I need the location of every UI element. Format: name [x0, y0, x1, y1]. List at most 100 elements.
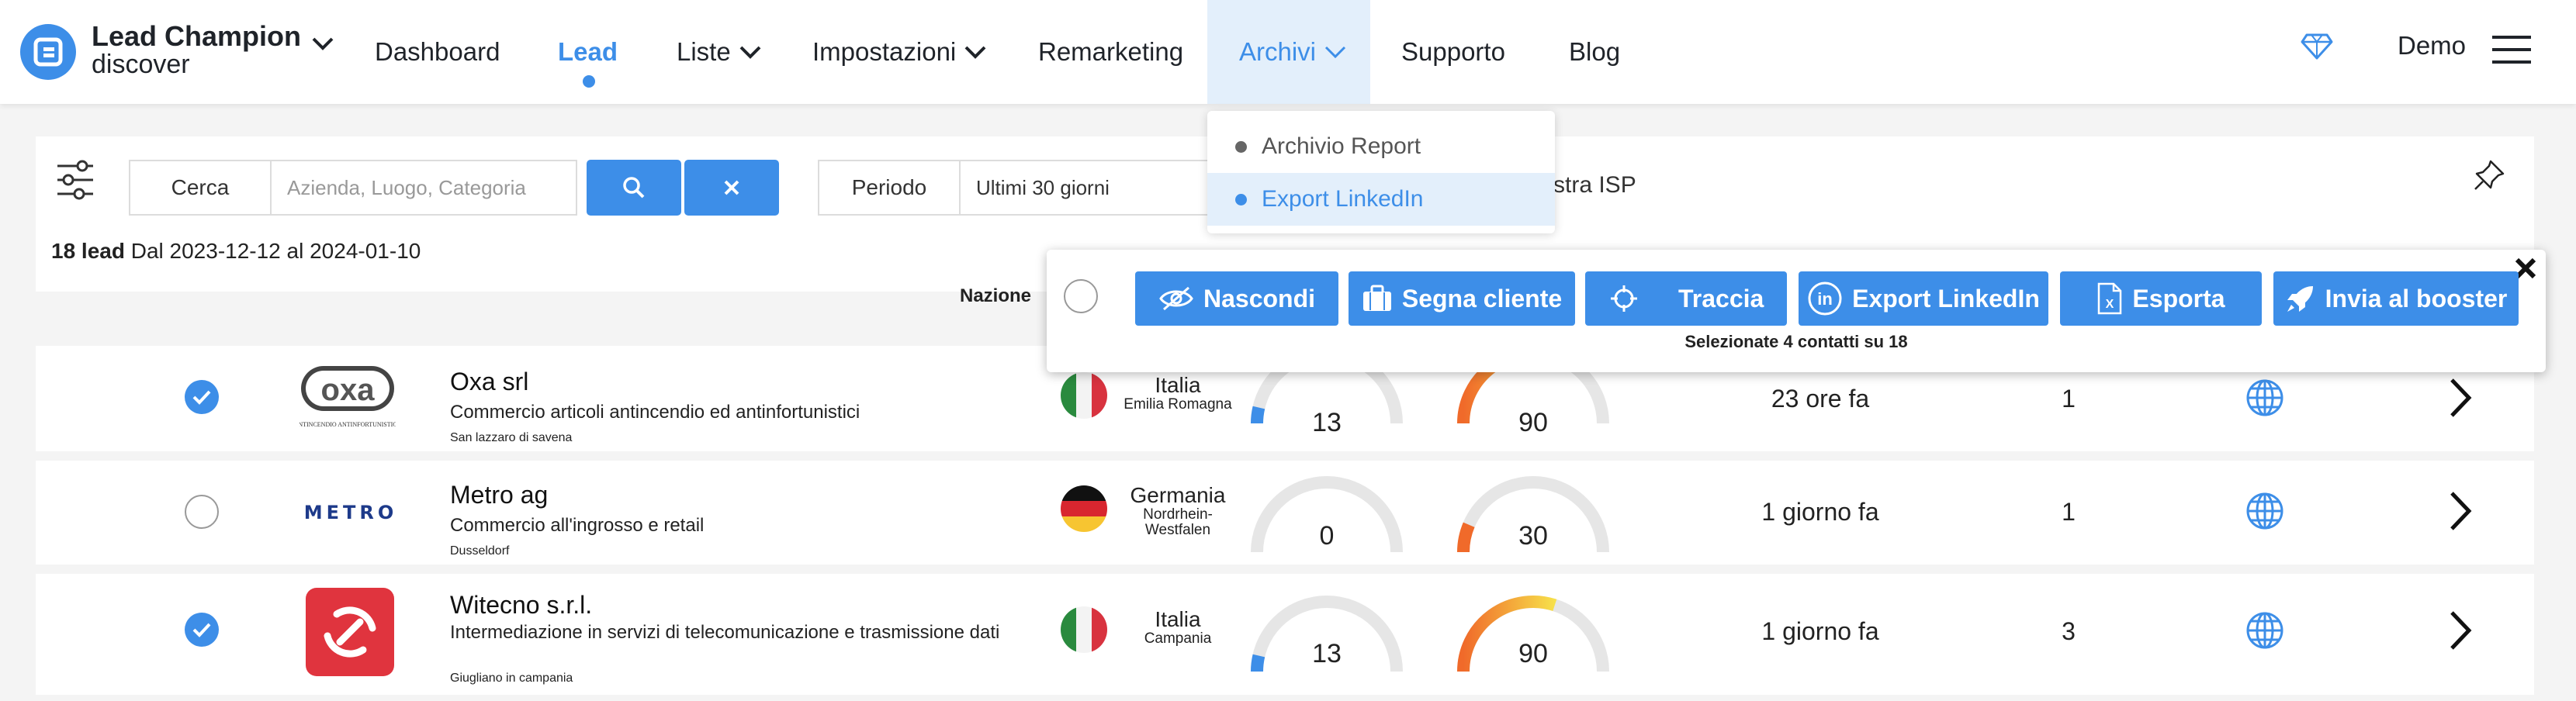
nav-blog[interactable]: Blog	[1569, 0, 1620, 104]
last-visit: 1 giorno fa	[1761, 617, 1879, 645]
search-icon	[623, 177, 645, 199]
hamburger-menu-icon[interactable]	[2492, 34, 2531, 65]
company-name[interactable]: Witecno s.r.l.	[450, 591, 592, 620]
rocket-icon	[2287, 286, 2313, 312]
svg-text:X: X	[2106, 298, 2114, 311]
last-visit: 1 giorno fa	[1761, 498, 1879, 526]
company-logo: METRO	[303, 499, 399, 526]
menu-item-archivio-report[interactable]: Archivio Report	[1207, 120, 1555, 173]
company-logo: oxa ANTINCENDIO ANTINFORTUNISTICA	[294, 364, 402, 431]
track-button[interactable]: Traccia	[1585, 271, 1787, 326]
score-b-value: 90	[1518, 639, 1548, 668]
table-row[interactable]: Witecno s.r.l. Intermediazione in serviz…	[36, 574, 2534, 695]
country-cell: Italia Emilia Romagna	[1116, 374, 1240, 413]
chevron-down-icon	[964, 46, 986, 59]
logo-oxa-text: oxa	[321, 373, 376, 407]
excel-file-icon: X	[2098, 282, 2122, 315]
country-region: Emilia Romagna	[1124, 396, 1232, 413]
visit-count: 1	[2062, 498, 2076, 526]
isp-filter-label[interactable]: stra ISP	[1553, 172, 1636, 199]
chevron-right-icon[interactable]	[2447, 377, 2474, 419]
logo-metro-text: METRO	[303, 502, 398, 523]
search-button[interactable]	[587, 160, 681, 216]
archivi-dropdown-menu: Archivio Report Export LinkedIn	[1207, 111, 1555, 233]
bulk-actions-popup: Nascondi Segna cliente Traccia in Export…	[1047, 250, 2546, 372]
company-description: Commercio articoli antincendio ed antinf…	[450, 402, 860, 423]
clear-search-button[interactable]	[684, 160, 779, 216]
chevron-down-icon	[739, 46, 761, 59]
witecno-logo-icon	[324, 606, 376, 658]
globe-icon[interactable]	[2245, 611, 2284, 650]
country-name: Italia	[1155, 607, 1201, 631]
menu-item-export-linkedin[interactable]: Export LinkedIn	[1207, 173, 1555, 226]
chevron-right-icon[interactable]	[2447, 609, 2474, 651]
nav-dashboard[interactable]: Dashboard	[375, 0, 500, 104]
column-header-nazione[interactable]: Nazione	[960, 285, 1031, 307]
nav-lead[interactable]: Lead	[558, 0, 618, 104]
bullet-icon	[1235, 194, 1247, 205]
score-a-value: 0	[1319, 521, 1335, 551]
nav-liste[interactable]: Liste	[677, 0, 762, 104]
country-name: Germania	[1130, 483, 1226, 507]
visit-count: 1	[2062, 385, 2076, 413]
flag-italy-icon	[1061, 606, 1107, 653]
period-label: Periodo	[818, 160, 961, 216]
company-description: Commercio all'ingrosso e retail	[450, 515, 705, 536]
row-checkbox[interactable]	[185, 380, 219, 414]
row-checkbox[interactable]	[185, 495, 219, 529]
score-b-value: 90	[1518, 408, 1548, 437]
hide-button[interactable]: Nascondi	[1135, 271, 1338, 326]
nav-archivi[interactable]: Archivi	[1239, 0, 1347, 104]
active-nav-indicator	[583, 75, 595, 88]
company-name[interactable]: Metro ag	[450, 481, 548, 509]
lead-summary: 18 lead Dal 2023-12-12 al 2024-01-10	[51, 239, 421, 264]
globe-icon[interactable]	[2245, 378, 2284, 417]
diamond-icon[interactable]	[2301, 33, 2333, 60]
search-input[interactable]: Azienda, Luogo, Categoria	[270, 160, 577, 216]
eye-slash-icon	[1159, 286, 1193, 311]
export-linkedin-button[interactable]: in Export LinkedIn	[1799, 271, 2048, 326]
select-all-checkbox[interactable]	[1064, 279, 1098, 313]
last-visit: 23 ore fa	[1771, 385, 1870, 413]
top-navbar: Lead Champion discover Dashboard Lead Li…	[0, 0, 2576, 104]
globe-icon[interactable]	[2245, 492, 2284, 530]
chevron-down-icon[interactable]	[310, 34, 335, 53]
flag-italy-icon	[1061, 372, 1107, 419]
user-name[interactable]: Demo	[2398, 31, 2466, 60]
check-icon	[192, 623, 211, 637]
company-description: Intermediazione in servizi di telecomuni…	[450, 622, 1000, 643]
mark-client-button[interactable]: Segna cliente	[1349, 271, 1575, 326]
company-city: San lazzaro di savena	[450, 431, 573, 444]
company-city: Dusseldorf	[450, 544, 510, 558]
chevron-right-icon[interactable]	[2447, 490, 2474, 532]
export-button[interactable]: X Esporta	[2060, 271, 2262, 326]
brand-subtitle: discover	[92, 50, 190, 79]
briefcase-icon	[1362, 285, 1391, 311]
nav-remarketing[interactable]: Remarketing	[1038, 0, 1183, 104]
score-b-value: 30	[1518, 521, 1548, 551]
nav-supporto[interactable]: Supporto	[1401, 0, 1505, 104]
country-name: Italia	[1155, 373, 1201, 397]
check-icon	[192, 390, 211, 405]
company-name[interactable]: Oxa srl	[450, 368, 528, 396]
search-label: Cerca	[129, 160, 272, 216]
lead-champion-logo-icon[interactable]	[20, 24, 76, 80]
table-row[interactable]: METRO Metro ag Commercio all'ingrosso e …	[36, 461, 2534, 565]
filter-sliders-icon[interactable]	[56, 158, 95, 202]
pin-icon[interactable]	[2472, 158, 2506, 192]
country-region: Nordrhein-Westfalen	[1143, 506, 1213, 538]
date-range: Dal 2023-12-12 al 2024-01-10	[130, 239, 421, 263]
score-a-value: 13	[1312, 408, 1342, 437]
nav-impostazioni[interactable]: Impostazioni	[812, 0, 987, 104]
country-cell: Germania Nordrhein-Westfalen	[1116, 484, 1240, 538]
country-cell: Italia Campania	[1116, 608, 1240, 647]
brand-name[interactable]: Lead Champion	[92, 20, 301, 53]
lead-count: 18 lead	[51, 239, 125, 263]
send-to-booster-button[interactable]: Invia al booster	[2273, 271, 2519, 326]
row-checkbox[interactable]	[185, 613, 219, 647]
linkedin-icon: in	[1808, 281, 1842, 316]
close-icon	[724, 180, 739, 195]
score-a-value: 13	[1312, 639, 1342, 668]
logo-caption: ANTINCENDIO ANTINFORTUNISTICA	[299, 421, 396, 428]
company-city: Giugliano in campania	[450, 672, 573, 685]
